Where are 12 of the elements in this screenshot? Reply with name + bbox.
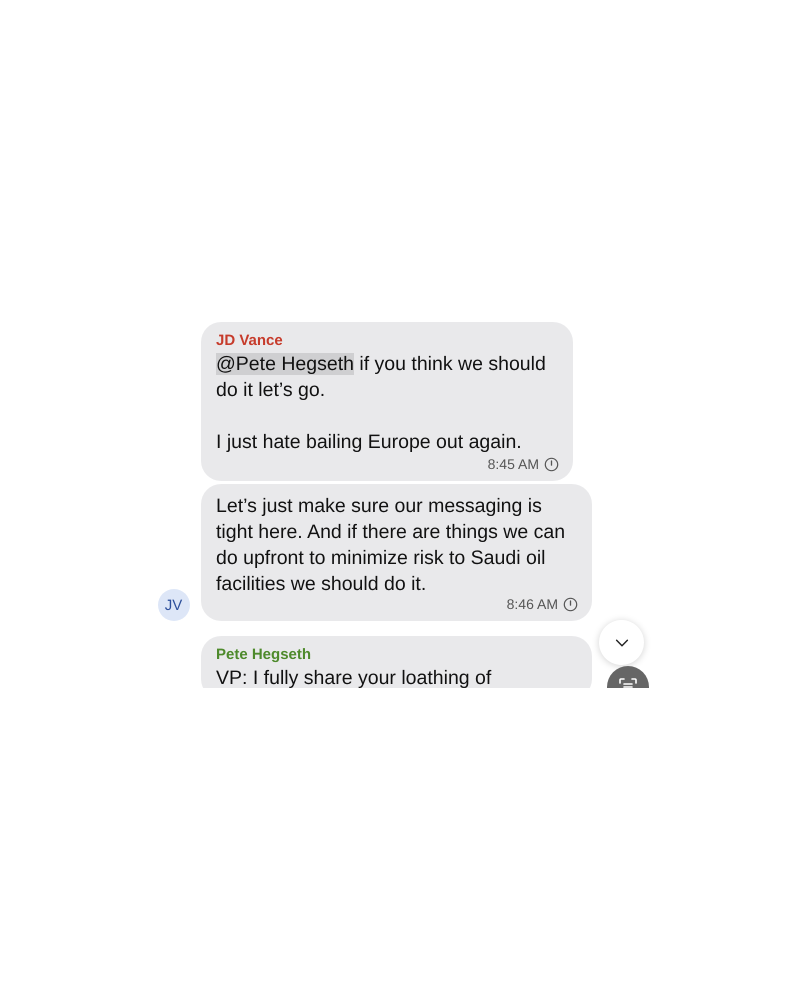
message-time: 8:45 AM [488, 455, 559, 473]
message-text: Let’s just make sure our messaging is tight here. And if there are things we can do upfront to minimize risk to Saudi oil facilities we should do it. [216, 494, 566, 597]
mention-link[interactable]: @Pete Hegseth [216, 353, 354, 375]
clock-icon [544, 456, 559, 472]
message-text: @Pete Hegseth if you think we should do it let’s go. [216, 352, 547, 403]
message-text: I just hate bailing Europe out again. [216, 430, 523, 455]
message-time: 8:46 AM [506, 595, 578, 613]
avatar[interactable]: JV [158, 589, 190, 621]
sender-name: Pete Hegseth [216, 645, 312, 665]
clock-icon [563, 596, 578, 612]
sender-name: JD Vance [216, 331, 284, 351]
message-text: VP: I fully share your loathing of [216, 666, 492, 688]
